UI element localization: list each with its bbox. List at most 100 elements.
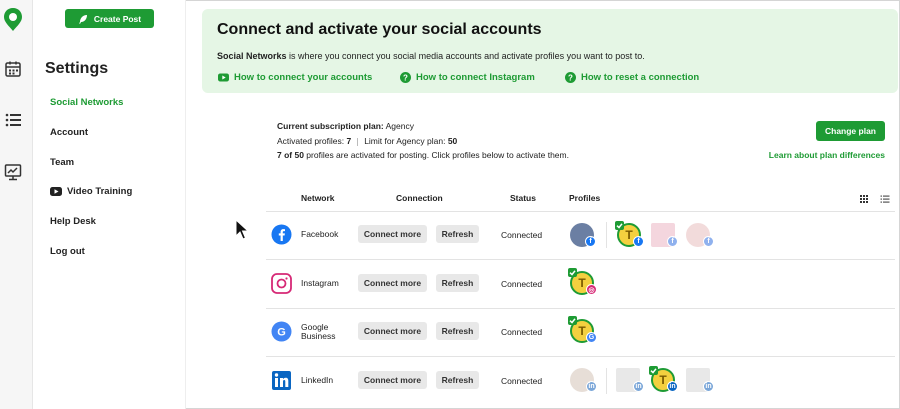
refresh-button[interactable]: Refresh	[436, 274, 479, 292]
header-connection: Connection	[396, 193, 443, 203]
instagram-icon	[271, 273, 292, 294]
banner-desc-text: is where you connect you social media ac…	[286, 51, 645, 61]
svg-text:?: ?	[403, 73, 408, 82]
nav-team[interactable]: Team	[50, 157, 74, 168]
calendar-icon[interactable]	[4, 60, 22, 78]
activation-summary: 7 of 50 profiles are activated for posti…	[277, 150, 569, 160]
status-text: Connected	[501, 327, 543, 337]
banner-description: Social Networks is where you connect you…	[217, 51, 645, 61]
status-text: Connected	[501, 279, 543, 289]
network-name: LinkedIn	[301, 375, 334, 385]
connect-more-button[interactable]: Connect more	[358, 225, 427, 243]
status-text: Connected	[501, 230, 543, 240]
nav-label: Help Desk	[50, 216, 96, 227]
avatar-letter: T	[625, 228, 633, 242]
banner-desc-bold: Social Networks	[217, 51, 287, 61]
facebook-badge-icon: f	[667, 236, 678, 247]
profile-divider	[606, 222, 607, 248]
header-status: Status	[510, 193, 536, 203]
connect-more-button[interactable]: Connect more	[358, 371, 427, 389]
divider	[357, 137, 359, 146]
svg-text:?: ?	[568, 73, 573, 82]
change-plan-button[interactable]: Change plan	[816, 121, 885, 141]
instagram-badge-icon: ◎	[586, 284, 597, 295]
nav-label: Team	[50, 157, 75, 168]
help-icon: ?	[565, 72, 576, 83]
activated-profiles: Activated profiles: 7 Limit for Agency pl…	[277, 136, 457, 146]
nav-log-out[interactable]: Log out	[50, 246, 85, 257]
feather-icon	[78, 14, 87, 24]
connect-more-button[interactable]: Connect more	[358, 274, 427, 292]
limit-label: Limit for Agency plan:	[364, 136, 448, 146]
nav-label: Log out	[50, 246, 85, 257]
refresh-button[interactable]: Refresh	[436, 322, 479, 340]
nav-help-desk[interactable]: Help Desk	[50, 216, 96, 227]
help-link-label: How to connect your accounts	[234, 72, 373, 83]
facebook-icon	[271, 224, 292, 245]
nav-label: Video Training	[67, 186, 133, 197]
nav-video-training[interactable]: Video Training	[50, 186, 132, 197]
settings-sidebar: Create Post Settings Social Networks Acc…	[33, 0, 186, 409]
table-divider	[266, 308, 895, 309]
link-how-to-connect-instagram[interactable]: ? How to connect Instagram	[400, 72, 535, 83]
mouse-cursor-icon	[235, 219, 249, 240]
linkedin-icon	[272, 371, 291, 390]
list-icon[interactable]	[4, 111, 22, 129]
refresh-button[interactable]: Refresh	[436, 225, 479, 243]
page-title: Connect and activate your social account…	[217, 21, 542, 38]
linkedin-badge-icon: in	[667, 381, 678, 392]
checkmark-icon	[568, 316, 577, 325]
facebook-badge-icon: f	[703, 236, 714, 247]
nav-label: Social Networks	[50, 97, 124, 108]
network-name: Facebook	[301, 229, 339, 239]
google-business-icon: G	[271, 321, 292, 342]
checkmark-icon	[615, 221, 624, 230]
plan-value: Agency	[383, 121, 414, 131]
youtube-icon	[218, 73, 229, 82]
plan-label: Current subscription plan:	[277, 121, 384, 131]
help-link-label: How to connect Instagram	[416, 72, 535, 83]
limit-value: 50	[447, 136, 458, 146]
checkmark-icon	[649, 366, 658, 375]
subscription-plan: Current subscription plan: Agency	[277, 121, 414, 131]
avatar-letter: T	[578, 324, 586, 338]
youtube-icon	[50, 187, 62, 196]
link-how-to-connect-accounts[interactable]: How to connect your accounts	[218, 72, 372, 83]
list-view-icon[interactable]	[880, 194, 890, 204]
linkedin-badge-icon: in	[633, 381, 644, 392]
nav-social-networks[interactable]: Social Networks	[50, 97, 123, 108]
checkmark-icon	[568, 268, 577, 277]
svg-text:G: G	[277, 327, 286, 339]
app-logo-icon[interactable]	[3, 7, 23, 32]
refresh-button[interactable]: Refresh	[436, 371, 479, 389]
create-post-button[interactable]: Create Post	[65, 9, 154, 28]
network-name: Instagram	[301, 278, 339, 288]
table-divider	[266, 211, 895, 212]
linkedin-badge-icon: in	[586, 381, 597, 392]
table-divider	[266, 259, 895, 260]
create-post-label: Create Post	[93, 13, 142, 24]
profile-divider	[606, 368, 607, 394]
summary-text: profiles are activated for posting. Clic…	[303, 150, 569, 160]
help-link-label: How to reset a connection	[581, 72, 700, 83]
info-banner: Connect and activate your social account…	[202, 9, 898, 93]
header-profiles: Profiles	[569, 193, 601, 203]
nav-account[interactable]: Account	[50, 127, 88, 138]
connect-more-button[interactable]: Connect more	[358, 322, 427, 340]
help-icon: ?	[400, 72, 411, 83]
google-badge-icon: G	[586, 332, 597, 343]
header-network: Network	[301, 193, 335, 203]
settings-title: Settings	[45, 60, 109, 77]
learn-plan-differences-link[interactable]: Learn about plan differences	[769, 150, 885, 160]
nav-label: Account	[50, 127, 88, 138]
avatar-letter: T	[659, 373, 667, 387]
grid-view-icon[interactable]	[859, 194, 869, 204]
summary-count: 7 of 50	[277, 150, 304, 160]
facebook-badge-icon: f	[585, 236, 596, 247]
facebook-badge-icon: f	[633, 236, 644, 247]
icon-rail	[0, 0, 33, 409]
link-how-to-reset-connection[interactable]: ? How to reset a connection	[565, 72, 699, 83]
analytics-icon[interactable]	[4, 163, 22, 181]
linkedin-badge-icon: in	[703, 381, 714, 392]
activated-value: 7	[346, 136, 352, 146]
